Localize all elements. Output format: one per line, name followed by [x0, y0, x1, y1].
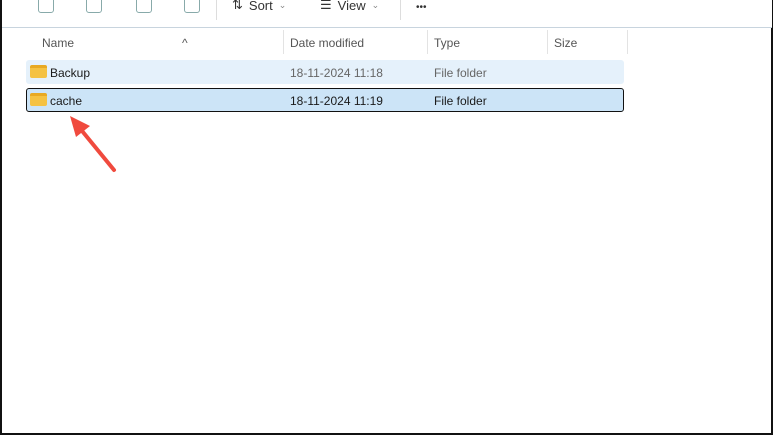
file-name: Backup	[50, 66, 91, 80]
file-row-cache[interactable]: cache 18-11-2024 11:19 File folder	[26, 88, 624, 112]
column-header: ^ Name Date modified Type Size	[28, 30, 628, 54]
sort-icon: ⇅	[232, 0, 243, 12]
column-type[interactable]: Type	[434, 36, 460, 50]
view-icon: ☰	[320, 0, 332, 12]
folder-icon	[30, 65, 47, 78]
copy-icon	[38, 0, 54, 13]
more-icon: •••	[416, 2, 427, 13]
column-divider[interactable]	[627, 30, 628, 54]
file-date: 18-11-2024 11:18	[290, 66, 383, 80]
file-type: File folder	[434, 94, 487, 108]
more-options-button[interactable]: •••	[416, 2, 427, 13]
command-bar: ⇅ Sort ⌄ ☰ View ⌄ •••	[2, 0, 772, 28]
column-divider[interactable]	[283, 30, 284, 54]
rename-icon	[86, 0, 102, 13]
chevron-down-icon: ⌄	[371, 0, 380, 10]
share-button[interactable]	[136, 0, 152, 13]
share-icon	[136, 0, 152, 13]
sort-label: Sort	[248, 0, 273, 13]
file-name: cache	[50, 94, 83, 108]
sort-ascending-icon: ^	[182, 36, 188, 50]
divider	[216, 0, 217, 20]
file-date: 18-11-2024 11:19	[290, 94, 383, 108]
file-type: File folder	[434, 66, 487, 80]
folder-icon	[30, 93, 47, 106]
red-arrow-annotation	[70, 116, 116, 172]
column-date[interactable]: Date modified	[290, 36, 364, 50]
divider	[400, 0, 401, 20]
view-button[interactable]: ☰ View ⌄	[320, 0, 379, 13]
column-name[interactable]: Name	[42, 36, 74, 50]
chevron-down-icon: ⌄	[278, 0, 287, 10]
column-divider[interactable]	[427, 30, 428, 54]
file-row-backup[interactable]: Backup 18-11-2024 11:18 File folder	[26, 60, 624, 84]
rename-button[interactable]	[86, 0, 102, 13]
sort-button[interactable]: ⇅ Sort ⌄	[232, 0, 286, 13]
column-size[interactable]: Size	[554, 36, 577, 50]
delete-button[interactable]	[184, 0, 200, 13]
view-label: View	[337, 0, 366, 13]
copy-button[interactable]	[38, 0, 54, 13]
column-divider[interactable]	[547, 30, 548, 54]
delete-icon	[184, 0, 200, 13]
